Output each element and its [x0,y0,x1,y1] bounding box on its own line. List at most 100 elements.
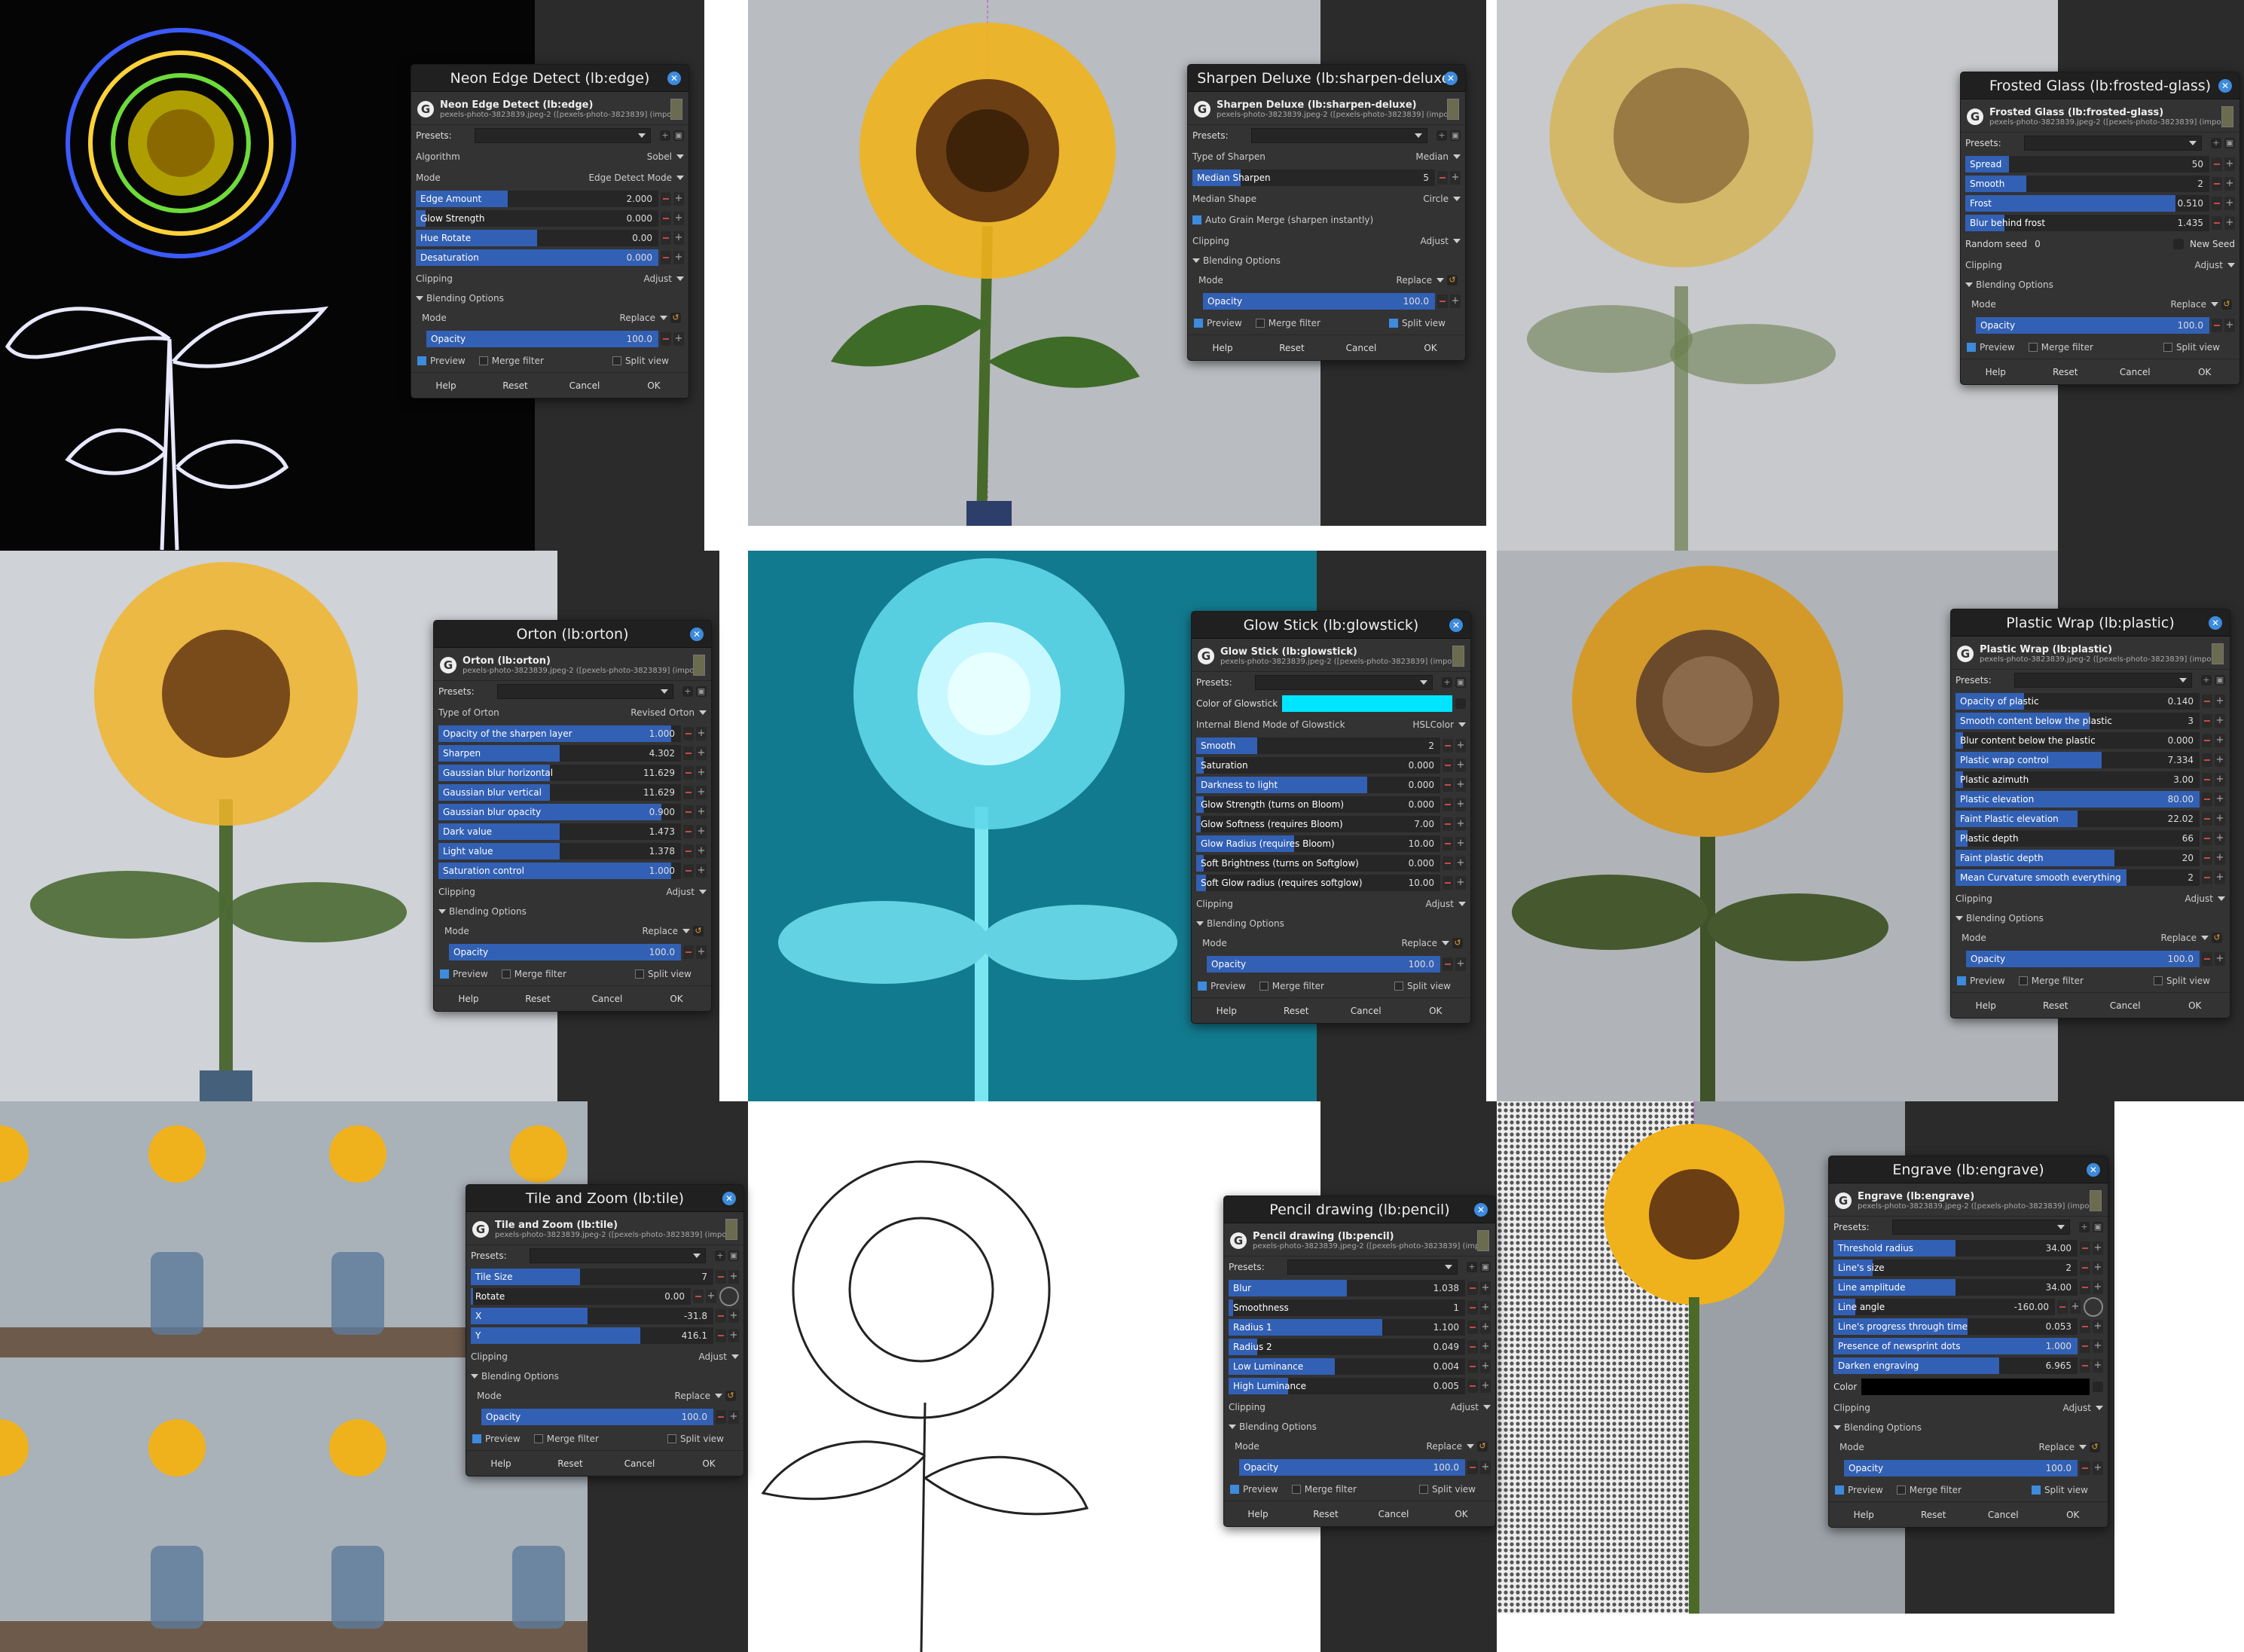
increment-button[interactable] [2215,792,2225,806]
increment-button[interactable] [2093,1461,2103,1475]
increment-button[interactable] [2224,177,2235,191]
increment-button[interactable] [696,805,707,819]
cancel-button[interactable]: Cancel [2100,359,2170,384]
help-button[interactable]: Help [1188,335,1257,360]
close-icon[interactable]: ✕ [2209,616,2222,630]
close-icon[interactable]: ✕ [1449,618,1463,632]
decrement-button[interactable] [2202,832,2212,845]
decrement-button[interactable] [1443,876,1453,890]
checkbox-box[interactable] [1291,1485,1301,1494]
select-dropdown[interactable]: Circle [1423,194,1461,204]
increment-button[interactable] [2070,1300,2081,1314]
increment-button[interactable] [728,1329,739,1342]
cancel-button[interactable]: Cancel [550,373,619,398]
blend-mode-select[interactable]: Replace [620,313,667,323]
ok-button[interactable]: OK [642,986,711,1011]
decrement-button[interactable] [683,766,694,780]
increment-button[interactable] [2093,1339,2103,1353]
increment-button[interactable] [696,766,707,780]
increment-button[interactable] [1480,1301,1491,1315]
cancel-button[interactable]: Cancel [605,1451,674,1476]
color-swatch[interactable] [1861,1379,2090,1395]
checkbox-box[interactable] [2031,1486,2041,1495]
decrement-button[interactable] [1443,817,1453,831]
save-preset-icon[interactable]: ▣ [696,686,707,697]
merge-filter-checkbox[interactable]: Merge filter [1896,1485,1962,1495]
slider-track[interactable]: Dark value 1.473 [438,823,681,840]
checkbox-box[interactable] [533,1434,543,1443]
decrement-button[interactable] [1443,837,1453,850]
decrement-button[interactable] [1437,171,1448,185]
seed-value[interactable]: 0 [2035,239,2170,249]
decrement-button[interactable] [2080,1359,2090,1373]
dialog-title-bar[interactable]: Glow Stick (lb:glowstick) ✕ [1192,612,1470,639]
decrement-button[interactable] [2080,1339,2090,1353]
blending-options-toggle[interactable]: Blending Options [1829,1418,2108,1437]
increment-button[interactable] [2224,157,2235,171]
checkbox-box[interactable] [1388,319,1398,328]
ok-button[interactable]: OK [1396,335,1465,360]
increment-button[interactable] [1455,817,1466,831]
slider-track[interactable]: Spread 50 [1965,156,2209,173]
reset-button[interactable]: Reset [503,986,572,1011]
increment-button[interactable] [696,844,707,858]
slider-track[interactable]: Gaussian blur opacity 0.900 [438,804,681,820]
blend-mode-select[interactable]: Replace [2039,1442,2087,1452]
increment-button[interactable] [696,825,707,838]
reset-button[interactable]: Reset [2031,359,2101,384]
increment-button[interactable] [2093,1359,2103,1373]
ok-button[interactable]: OK [2170,359,2240,384]
decrement-button[interactable] [1467,1301,1478,1315]
color-swatch[interactable] [1282,695,1452,712]
decrement-button[interactable] [716,1410,726,1424]
decrement-button[interactable] [661,251,671,264]
increment-button[interactable] [2215,871,2225,884]
reset-button[interactable]: Reset [1257,335,1327,360]
split-view-checkbox[interactable]: Split view [1388,318,1446,328]
split-view-checkbox[interactable]: Split view [667,1434,724,1444]
slider-track[interactable]: Saturation control 1.000 [438,863,681,879]
slider-track[interactable]: Low Luminance 0.004 [1229,1358,1465,1375]
checkbox-box[interactable] [1896,1486,1906,1495]
ok-button[interactable]: OK [1401,998,1471,1023]
add-preset-icon[interactable]: + [2079,1222,2090,1232]
decrement-button[interactable] [2212,197,2222,210]
increment-button[interactable] [673,332,684,346]
opacity-slider[interactable]: Opacity 100.0 [1207,956,1440,973]
split-view-checkbox[interactable]: Split view [2031,1485,2088,1495]
slider-track[interactable]: Faint Plastic elevation 22.02 [1955,811,2200,827]
increment-button[interactable] [696,945,707,959]
decrement-button[interactable] [683,864,694,878]
slider-track[interactable]: Opacity of plastic 0.140 [1955,693,2200,710]
slider-track[interactable]: Soft Glow radius (requires softglow) 10.0… [1196,875,1440,891]
increment-button[interactable] [696,727,707,740]
ok-button[interactable]: OK [619,373,688,398]
decrement-button[interactable] [2202,952,2212,966]
slider-track[interactable]: Smooth 2 [1196,737,1440,754]
ok-button[interactable]: OK [2038,1502,2108,1527]
decrement-button[interactable] [1467,1379,1478,1393]
opacity-slider[interactable]: Opacity 100.0 [1203,293,1435,310]
slider-track[interactable]: Glow Strength 0.000 [416,210,658,227]
presets-select[interactable] [2013,673,2192,688]
blend-mode-select[interactable]: Replace [2171,299,2218,310]
decrement-button[interactable] [683,747,694,760]
opacity-slider[interactable]: Opacity 100.0 [1844,1460,2078,1476]
save-preset-icon[interactable]: ▣ [2224,138,2235,148]
checkbox-box[interactable] [634,970,644,979]
checkbox-box[interactable] [1255,319,1265,328]
increment-button[interactable] [2224,197,2235,210]
cancel-button[interactable]: Cancel [1327,335,1396,360]
decrement-button[interactable] [716,1309,726,1323]
decrement-button[interactable] [1467,1281,1478,1295]
increment-button[interactable] [2224,216,2235,230]
increment-button[interactable] [728,1309,739,1323]
blending-options-toggle[interactable]: Blending Options [434,902,711,921]
increment-button[interactable] [728,1270,739,1284]
save-preset-icon[interactable]: ▣ [673,130,684,141]
select-dropdown[interactable]: HSLColor [1412,719,1466,730]
slider-track[interactable]: Darken engraving 6.965 [1833,1357,2078,1374]
slider-track[interactable]: Blur 1.038 [1229,1280,1465,1296]
slider-track[interactable]: Opacity of the sharpen layer 1.000 [438,725,681,742]
reset-blend-icon[interactable]: ↺ [670,313,681,323]
